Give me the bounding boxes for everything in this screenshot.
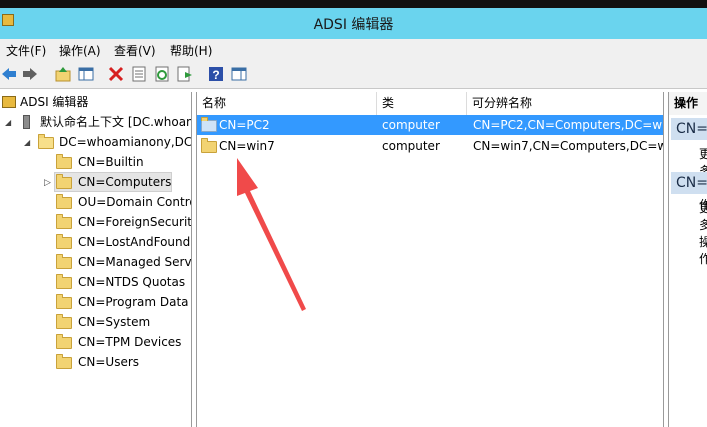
tree-pane: ADSI 编辑器 ◢ 默认命名上下文 [DC.whoamianony.org] … (0, 92, 192, 427)
svg-text:?: ? (212, 68, 219, 82)
server-icon (23, 115, 30, 129)
help-icon[interactable]: ? (208, 66, 224, 82)
tree-item-label: CN=ForeignSecurityPrincipals (78, 215, 192, 229)
show-hide-tree-icon[interactable] (78, 66, 94, 82)
folder-icon (56, 154, 72, 169)
tree-item-label: CN=Users (78, 355, 140, 369)
collapse-triangle-icon[interactable]: ◢ (5, 113, 11, 133)
folder-icon (56, 174, 72, 189)
export-list-icon[interactable] (177, 66, 193, 82)
folder-icon (56, 314, 72, 329)
tree-context-label: 默认命名上下文 [DC.whoamianony.org] (40, 115, 191, 129)
forward-arrow-icon[interactable] (22, 66, 38, 82)
tree-item-label: OU=Domain Controllers (78, 195, 191, 209)
collapse-triangle-icon[interactable]: ◢ (24, 133, 30, 153)
actions-section-title[interactable]: CN=Computers (671, 118, 707, 140)
tree-item-selected[interactable]: ▷ CN=Computers (0, 172, 191, 193)
folder-icon (56, 354, 72, 369)
expand-triangle-icon[interactable]: ▷ (44, 173, 51, 193)
row-name: CN=PC2 (219, 118, 270, 132)
folder-icon (56, 214, 72, 229)
tree-root-label: ADSI 编辑器 (20, 95, 89, 109)
column-header-class[interactable]: 类 (377, 92, 467, 115)
actions-more-item[interactable]: 更多操作 (699, 199, 707, 267)
toolbar: ? (0, 61, 707, 89)
actions-header: 操作 (669, 92, 707, 115)
show-hide-action-pane-icon[interactable] (231, 66, 247, 82)
tree-item-label: CN=Program Data (78, 295, 189, 309)
row-dn: CN=win7,CN=Computers,DC=whoamianony,DC=o… (473, 139, 663, 153)
up-folder-icon[interactable] (55, 66, 71, 82)
column-header-name[interactable]: 名称 (197, 92, 377, 115)
delete-icon[interactable] (108, 66, 124, 82)
menu-help[interactable]: 帮助(H) (170, 42, 212, 59)
tree-item-label: CN=System (78, 315, 151, 329)
list-pane: 名称 类 可分辨名称 CN=PC2 computer CN=PC2,CN=Com… (196, 92, 664, 427)
menu-bar: 文件(F) 操作(A) 查看(V) 帮助(H) (0, 39, 707, 61)
tree-item-label: CN=NTDS Quotas (78, 275, 186, 289)
actions-pane: 操作 CN=Computers 更多操作 CN=PC2 更多操作 (668, 92, 707, 427)
tree-item-label: CN=LostAndFound (78, 235, 191, 249)
title-bar: ADSI 编辑器 (0, 0, 707, 39)
tree-item-label: CN=Computers (78, 175, 172, 189)
tree-item-label: CN=Builtin (78, 155, 144, 169)
folder-icon (56, 274, 72, 289)
back-arrow-icon[interactable] (1, 66, 17, 82)
menu-file[interactable]: 文件(F) (6, 42, 46, 59)
column-header-dn[interactable]: 可分辨名称 (467, 92, 663, 115)
menu-action[interactable]: 操作(A) (59, 42, 101, 59)
actions-section-title[interactable]: CN=PC2 (671, 172, 707, 194)
folder-icon (56, 194, 72, 209)
properties-icon[interactable] (131, 66, 147, 82)
folder-icon (56, 254, 72, 269)
adsi-icon (2, 96, 16, 108)
folder-icon (201, 117, 217, 132)
table-row[interactable]: CN=PC2 computer CN=PC2,CN=Computers,DC=w… (197, 115, 663, 135)
folder-icon (201, 138, 217, 153)
window-title: ADSI 编辑器 (313, 17, 394, 33)
folder-icon (38, 134, 54, 149)
row-class: computer (382, 139, 440, 153)
row-class: computer (382, 118, 440, 132)
refresh-icon[interactable] (154, 66, 170, 82)
folder-icon (56, 234, 72, 249)
table-row[interactable]: CN=win7 computer CN=win7,CN=Computers,DC… (197, 136, 663, 156)
app-icon[interactable] (2, 14, 14, 26)
folder-icon (56, 334, 72, 349)
tree-item-label: CN=TPM Devices (78, 335, 182, 349)
tree-domain-label: DC=whoamianony,DC=org (59, 135, 192, 149)
folder-icon (56, 294, 72, 309)
menu-view[interactable]: 查看(V) (114, 42, 156, 59)
row-dn: CN=PC2,CN=Computers,DC=whoamianony,DC=or… (473, 118, 663, 132)
row-name: CN=win7 (219, 139, 275, 153)
tree-item-label: CN=Managed Service Accounts (78, 255, 192, 269)
